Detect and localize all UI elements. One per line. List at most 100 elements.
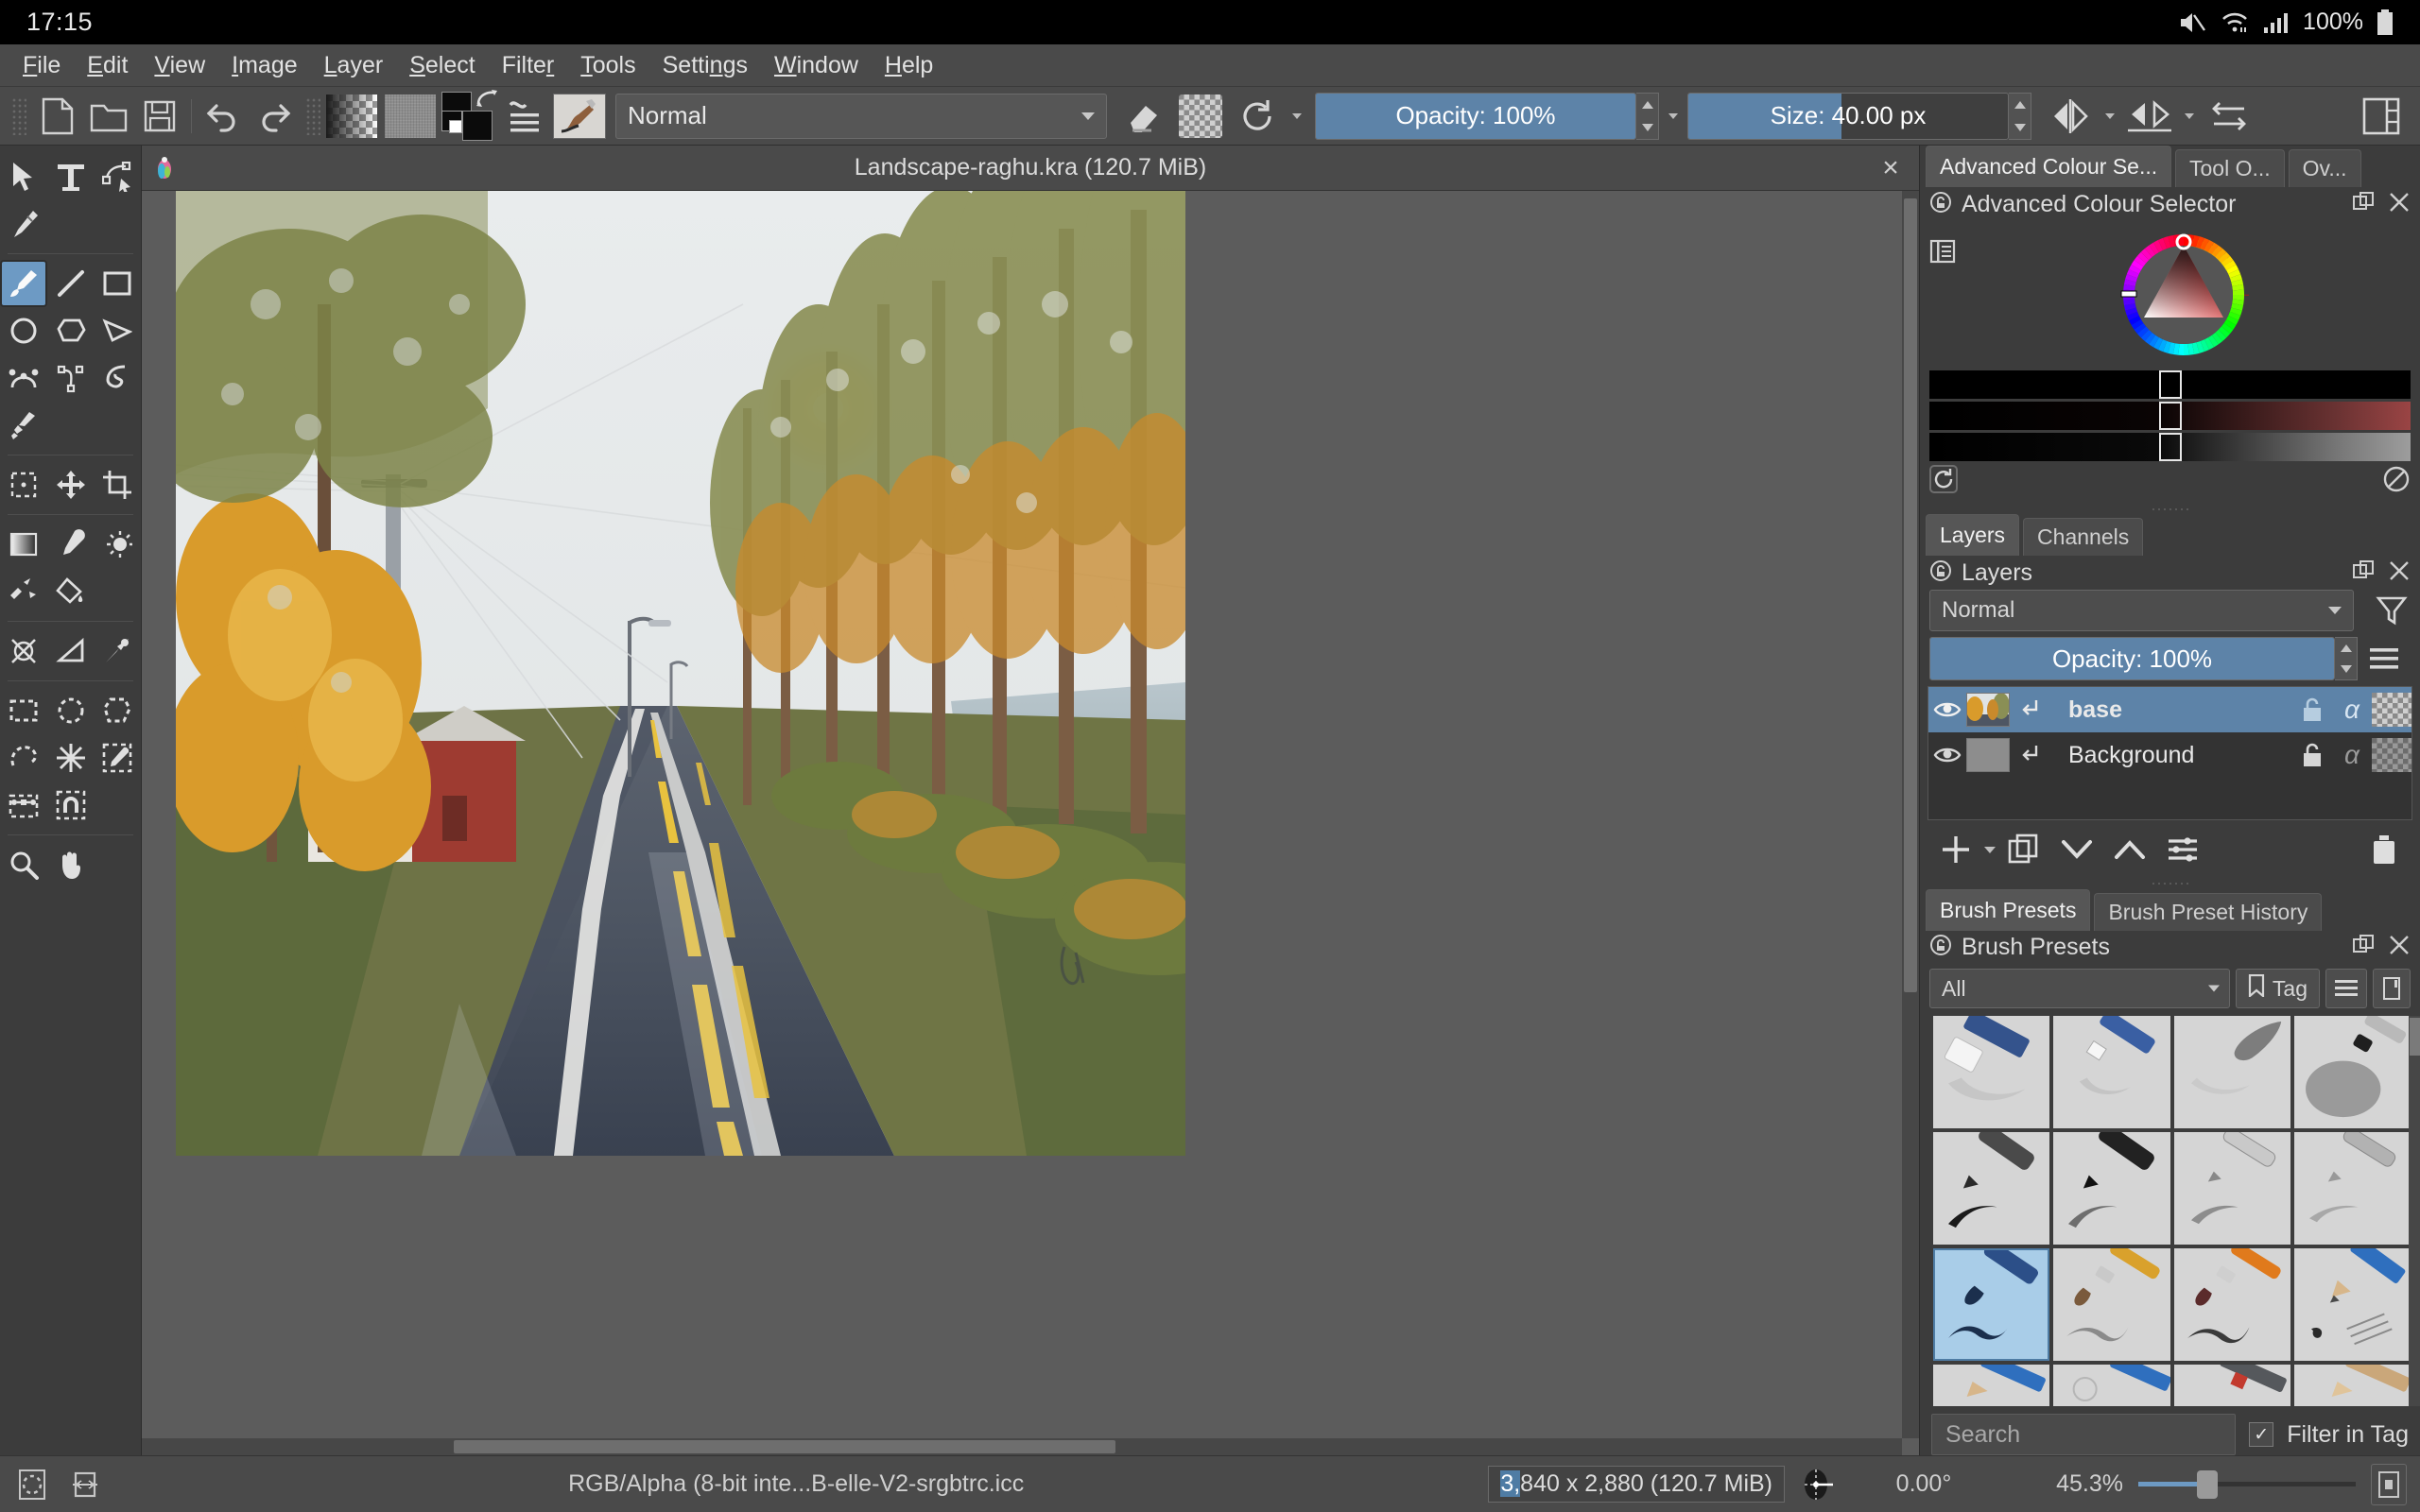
mirror-vertical-icon[interactable] (2124, 91, 2175, 142)
close-panel-icon[interactable] (2388, 559, 2411, 587)
brush-preset-cell[interactable] (2293, 1248, 2411, 1362)
brush-tag-filter-combo[interactable]: All (1929, 969, 2230, 1009)
toolbar-grip[interactable] (11, 96, 26, 135)
layer-opacity-slider[interactable]: Opacity: 100% (1929, 637, 2335, 681)
colour-wheel[interactable] (2118, 229, 2250, 361)
filter-layers-icon[interactable] (2363, 594, 2420, 627)
toolbar-overflow-caret-2[interactable] (1668, 112, 1678, 119)
menu-image[interactable]: Image (218, 48, 311, 83)
menu-select[interactable]: Select (396, 48, 489, 83)
layer-alpha-icon[interactable]: α (2332, 695, 2372, 725)
tab-overview[interactable]: Ov... (2288, 149, 2361, 187)
stepper-up-icon[interactable] (1641, 100, 1653, 109)
calligraphy-tool[interactable] (0, 200, 47, 248)
brush-size-slider[interactable]: Size: 40.00 px (1687, 92, 2009, 140)
reset-colour-icon[interactable] (1929, 465, 1958, 498)
measure-tool[interactable] (47, 627, 95, 675)
text-tool[interactable] (47, 153, 95, 200)
polyline-tool[interactable] (94, 307, 141, 354)
canvas-vertical-scrollbar[interactable] (1902, 191, 1919, 1438)
polygon-tool[interactable] (47, 307, 95, 354)
add-layer-caret[interactable] (1984, 846, 1996, 853)
brush-preset-cell[interactable] (2173, 1132, 2290, 1246)
preserve-alpha-icon[interactable] (1179, 94, 1222, 138)
layer-alpha-icon[interactable]: α (2332, 740, 2372, 770)
layer-list[interactable]: base α Background α (1927, 686, 2412, 821)
polygonal-select-tool[interactable] (94, 687, 141, 734)
stepper-up-icon[interactable] (2014, 100, 2026, 109)
toolbar-grip-2[interactable] (305, 96, 320, 135)
layers-menu-icon[interactable] (2358, 645, 2411, 672)
brush-search-input[interactable]: Search (1931, 1414, 2237, 1456)
blending-mode-combo[interactable]: Normal (615, 93, 1107, 139)
undo-icon[interactable] (198, 91, 249, 142)
freehand-select-tool[interactable] (0, 734, 47, 782)
move-tool[interactable] (47, 461, 95, 508)
opacity-stepper[interactable] (1636, 92, 1659, 140)
dock-splitter-2[interactable] (1920, 879, 2420, 888)
float-panel-icon[interactable] (2352, 934, 2375, 961)
brush-preset-cell[interactable] (1933, 1016, 2050, 1129)
image-dimensions-label[interactable]: 3,840 x 2,880 (120.7 MiB) (1488, 1466, 1785, 1503)
lock-icon[interactable] (1929, 191, 1952, 218)
reset-colours-icon[interactable] (449, 119, 462, 133)
dynamic-brush-tool[interactable] (94, 354, 141, 402)
layer-thumbnail[interactable] (1966, 738, 2010, 773)
layer-visibility-icon[interactable] (1928, 745, 1966, 765)
zoom-slider[interactable] (2138, 1469, 2356, 1499)
menu-layer[interactable]: Layer (311, 48, 397, 83)
tab-brush-presets[interactable]: Brush Presets (1926, 888, 2091, 931)
new-file-icon[interactable] (32, 91, 83, 142)
colour-sampler-tool[interactable] (47, 521, 95, 568)
rectangular-select-tool[interactable] (0, 687, 47, 734)
brush-preset-cell[interactable] (2173, 1016, 2290, 1129)
crop-tool[interactable] (94, 461, 141, 508)
colourize-mask-tool[interactable] (94, 521, 141, 568)
magic-wand-select-tool[interactable] (47, 734, 95, 782)
shade-marker[interactable] (2158, 433, 2182, 462)
shade-strip-3[interactable] (1929, 433, 2411, 462)
open-file-icon[interactable] (83, 91, 134, 142)
menu-edit[interactable]: Edit (74, 48, 141, 83)
layer-locked-icon[interactable] (2292, 742, 2332, 768)
zoom-tool[interactable] (0, 841, 47, 888)
scrollbar-thumb[interactable] (1904, 198, 1917, 992)
mirror-v-caret[interactable] (2185, 112, 2194, 119)
tab-advanced-colour-selector[interactable]: Advanced Colour Se... (1926, 146, 2171, 187)
colour-shade-strips[interactable] (1929, 370, 2411, 462)
canvas-mode-icon[interactable] (66, 1466, 104, 1503)
wrap-around-icon[interactable] (2204, 91, 2255, 142)
save-file-icon[interactable] (134, 91, 185, 142)
brush-storage-icon[interactable] (2373, 969, 2411, 1009)
float-panel-icon[interactable] (2352, 191, 2375, 218)
layer-row-background[interactable]: Background α (1928, 732, 2411, 778)
chevron-down-icon[interactable] (2328, 607, 2342, 615)
layer-alpha-lock-icon[interactable] (2372, 693, 2411, 728)
shade-marker[interactable] (2158, 370, 2182, 400)
workspace-chooser-icon[interactable] (2356, 91, 2407, 142)
layer-opacity-stepper[interactable] (2335, 637, 2358, 681)
shade-marker[interactable] (2158, 402, 2182, 431)
layer-row-base[interactable]: base α (1928, 687, 2411, 733)
reload-preset-icon[interactable] (1232, 91, 1283, 142)
tab-channels[interactable]: Channels (2023, 517, 2144, 556)
foreground-background-colour[interactable] (441, 89, 497, 141)
select-shapes-tool[interactable] (0, 153, 47, 200)
gradient-swatch[interactable] (326, 94, 377, 138)
brush-preset-cell[interactable] (2293, 1132, 2411, 1246)
close-panel-icon[interactable] (2388, 934, 2411, 961)
menu-help[interactable]: Help (872, 48, 946, 83)
brush-presets-list-icon[interactable] (502, 91, 553, 142)
menu-filter[interactable]: Filter (489, 48, 568, 83)
brush-preset-cell[interactable] (2053, 1132, 2170, 1246)
selection-mask-icon[interactable] (13, 1466, 51, 1503)
brush-preset-cell[interactable] (1933, 1365, 2050, 1407)
delete-layer-button[interactable] (2360, 828, 2409, 871)
layer-name[interactable]: Background (2051, 742, 2292, 769)
menu-window[interactable]: Window (761, 48, 872, 83)
clear-colour-history-icon[interactable] (2382, 465, 2411, 498)
bezier-select-tool[interactable] (0, 782, 47, 829)
mirror-h-caret[interactable] (2105, 112, 2115, 119)
brush-preset-grid[interactable] (1933, 1016, 2420, 1407)
toolbar-overflow-caret-1[interactable] (1292, 112, 1302, 119)
